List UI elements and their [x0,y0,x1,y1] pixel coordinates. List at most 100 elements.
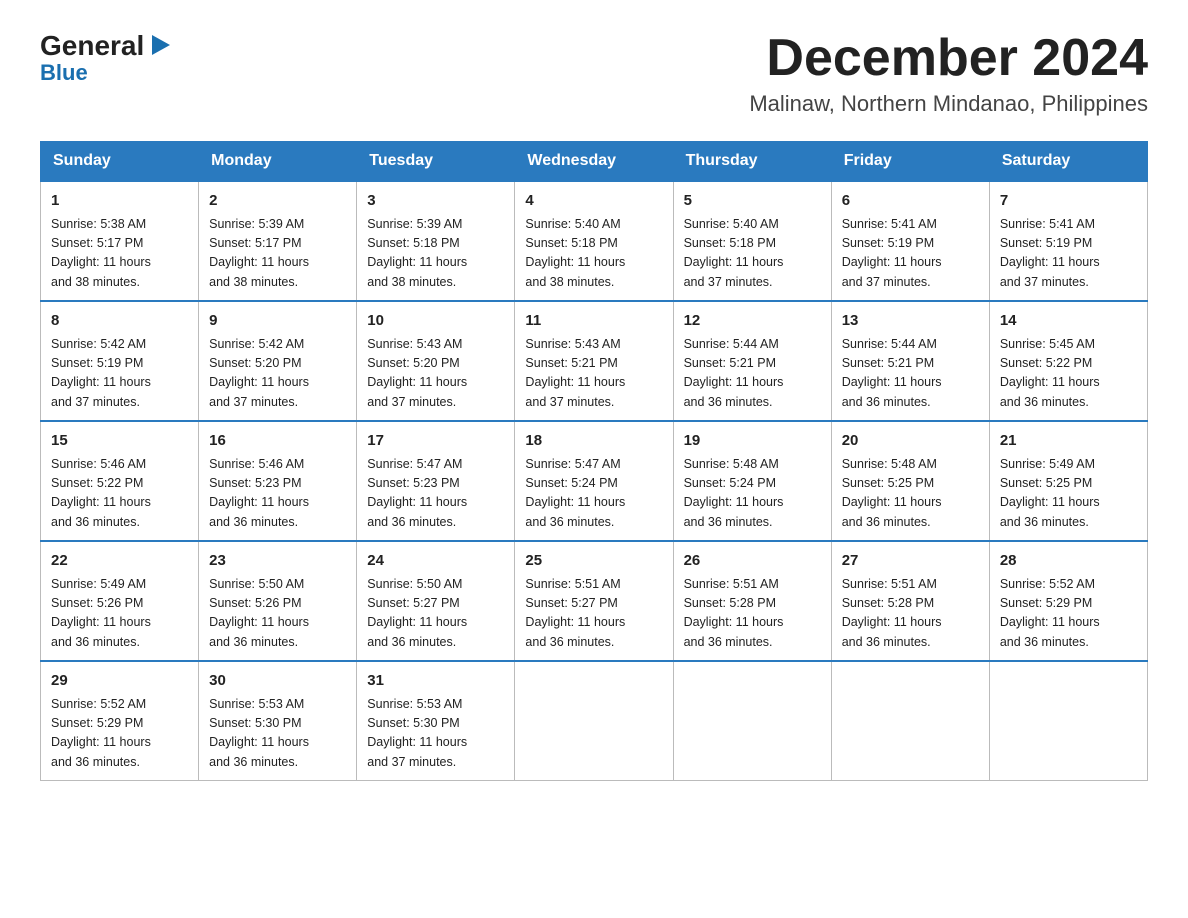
calendar-day-cell: 10Sunrise: 5:43 AMSunset: 5:20 PMDayligh… [357,301,515,421]
calendar-day-cell: 18Sunrise: 5:47 AMSunset: 5:24 PMDayligh… [515,421,673,541]
location-subtitle: Malinaw, Northern Mindanao, Philippines [749,91,1148,117]
calendar-day-cell: 17Sunrise: 5:47 AMSunset: 5:23 PMDayligh… [357,421,515,541]
calendar-day-cell: 3Sunrise: 5:39 AMSunset: 5:18 PMDaylight… [357,181,515,301]
calendar-day-cell [515,661,673,781]
calendar-day-cell: 30Sunrise: 5:53 AMSunset: 5:30 PMDayligh… [199,661,357,781]
calendar-day-cell: 29Sunrise: 5:52 AMSunset: 5:29 PMDayligh… [41,661,199,781]
day-number: 26 [684,550,821,573]
day-number: 30 [209,670,346,693]
calendar-day-cell: 23Sunrise: 5:50 AMSunset: 5:26 PMDayligh… [199,541,357,661]
day-sun-info: Sunrise: 5:48 AMSunset: 5:24 PMDaylight:… [684,455,821,533]
calendar-day-cell: 22Sunrise: 5:49 AMSunset: 5:26 PMDayligh… [41,541,199,661]
day-number: 28 [1000,550,1137,573]
day-sun-info: Sunrise: 5:39 AMSunset: 5:17 PMDaylight:… [209,215,346,293]
calendar-week-row: 1Sunrise: 5:38 AMSunset: 5:17 PMDaylight… [41,181,1148,301]
day-sun-info: Sunrise: 5:38 AMSunset: 5:17 PMDaylight:… [51,215,188,293]
calendar-day-cell: 26Sunrise: 5:51 AMSunset: 5:28 PMDayligh… [673,541,831,661]
calendar-day-cell: 2Sunrise: 5:39 AMSunset: 5:17 PMDaylight… [199,181,357,301]
day-number: 22 [51,550,188,573]
calendar-day-cell: 14Sunrise: 5:45 AMSunset: 5:22 PMDayligh… [989,301,1147,421]
day-sun-info: Sunrise: 5:53 AMSunset: 5:30 PMDaylight:… [209,695,346,773]
day-number: 24 [367,550,504,573]
day-sun-info: Sunrise: 5:42 AMSunset: 5:19 PMDaylight:… [51,335,188,413]
day-sun-info: Sunrise: 5:46 AMSunset: 5:23 PMDaylight:… [209,455,346,533]
day-sun-info: Sunrise: 5:44 AMSunset: 5:21 PMDaylight:… [842,335,979,413]
day-sun-info: Sunrise: 5:40 AMSunset: 5:18 PMDaylight:… [684,215,821,293]
weekday-header-friday: Friday [831,142,989,182]
calendar-day-cell: 27Sunrise: 5:51 AMSunset: 5:28 PMDayligh… [831,541,989,661]
day-number: 11 [525,310,662,333]
day-number: 16 [209,430,346,453]
day-number: 12 [684,310,821,333]
day-sun-info: Sunrise: 5:43 AMSunset: 5:21 PMDaylight:… [525,335,662,413]
day-sun-info: Sunrise: 5:45 AMSunset: 5:22 PMDaylight:… [1000,335,1137,413]
day-number: 5 [684,190,821,213]
day-sun-info: Sunrise: 5:44 AMSunset: 5:21 PMDaylight:… [684,335,821,413]
day-sun-info: Sunrise: 5:49 AMSunset: 5:25 PMDaylight:… [1000,455,1137,533]
weekday-header-tuesday: Tuesday [357,142,515,182]
calendar-week-row: 29Sunrise: 5:52 AMSunset: 5:29 PMDayligh… [41,661,1148,781]
weekday-header-sunday: Sunday [41,142,199,182]
logo: General Blue [40,30,174,86]
calendar-week-row: 22Sunrise: 5:49 AMSunset: 5:26 PMDayligh… [41,541,1148,661]
calendar-day-cell: 15Sunrise: 5:46 AMSunset: 5:22 PMDayligh… [41,421,199,541]
day-sun-info: Sunrise: 5:39 AMSunset: 5:18 PMDaylight:… [367,215,504,293]
day-sun-info: Sunrise: 5:51 AMSunset: 5:27 PMDaylight:… [525,575,662,653]
day-number: 1 [51,190,188,213]
calendar-day-cell [831,661,989,781]
calendar-day-cell: 9Sunrise: 5:42 AMSunset: 5:20 PMDaylight… [199,301,357,421]
day-number: 31 [367,670,504,693]
day-number: 6 [842,190,979,213]
day-sun-info: Sunrise: 5:40 AMSunset: 5:18 PMDaylight:… [525,215,662,293]
calendar-week-row: 15Sunrise: 5:46 AMSunset: 5:22 PMDayligh… [41,421,1148,541]
title-area: December 2024 Malinaw, Northern Mindanao… [749,30,1148,117]
calendar-day-cell: 13Sunrise: 5:44 AMSunset: 5:21 PMDayligh… [831,301,989,421]
page-header: General Blue December 2024 Malinaw, Nort… [40,30,1148,117]
day-sun-info: Sunrise: 5:46 AMSunset: 5:22 PMDaylight:… [51,455,188,533]
day-number: 13 [842,310,979,333]
day-sun-info: Sunrise: 5:50 AMSunset: 5:27 PMDaylight:… [367,575,504,653]
logo-text-general: General [40,30,144,62]
day-number: 10 [367,310,504,333]
weekday-header-monday: Monday [199,142,357,182]
day-number: 9 [209,310,346,333]
day-number: 3 [367,190,504,213]
day-sun-info: Sunrise: 5:51 AMSunset: 5:28 PMDaylight:… [842,575,979,653]
calendar-day-cell [989,661,1147,781]
calendar-day-cell: 6Sunrise: 5:41 AMSunset: 5:19 PMDaylight… [831,181,989,301]
calendar-week-row: 8Sunrise: 5:42 AMSunset: 5:19 PMDaylight… [41,301,1148,421]
calendar-table: SundayMondayTuesdayWednesdayThursdayFrid… [40,141,1148,781]
calendar-day-cell: 31Sunrise: 5:53 AMSunset: 5:30 PMDayligh… [357,661,515,781]
day-number: 20 [842,430,979,453]
day-sun-info: Sunrise: 5:53 AMSunset: 5:30 PMDaylight:… [367,695,504,773]
day-sun-info: Sunrise: 5:52 AMSunset: 5:29 PMDaylight:… [51,695,188,773]
day-number: 21 [1000,430,1137,453]
day-number: 8 [51,310,188,333]
month-year-title: December 2024 [749,30,1148,87]
calendar-day-cell: 12Sunrise: 5:44 AMSunset: 5:21 PMDayligh… [673,301,831,421]
calendar-day-cell: 7Sunrise: 5:41 AMSunset: 5:19 PMDaylight… [989,181,1147,301]
day-sun-info: Sunrise: 5:43 AMSunset: 5:20 PMDaylight:… [367,335,504,413]
calendar-day-cell: 16Sunrise: 5:46 AMSunset: 5:23 PMDayligh… [199,421,357,541]
calendar-day-cell: 24Sunrise: 5:50 AMSunset: 5:27 PMDayligh… [357,541,515,661]
day-number: 7 [1000,190,1137,213]
calendar-day-cell: 5Sunrise: 5:40 AMSunset: 5:18 PMDaylight… [673,181,831,301]
calendar-day-cell: 8Sunrise: 5:42 AMSunset: 5:19 PMDaylight… [41,301,199,421]
day-number: 23 [209,550,346,573]
day-sun-info: Sunrise: 5:41 AMSunset: 5:19 PMDaylight:… [842,215,979,293]
day-number: 27 [842,550,979,573]
day-number: 29 [51,670,188,693]
calendar-day-cell: 4Sunrise: 5:40 AMSunset: 5:18 PMDaylight… [515,181,673,301]
calendar-day-cell: 25Sunrise: 5:51 AMSunset: 5:27 PMDayligh… [515,541,673,661]
day-sun-info: Sunrise: 5:50 AMSunset: 5:26 PMDaylight:… [209,575,346,653]
weekday-header-thursday: Thursday [673,142,831,182]
day-sun-info: Sunrise: 5:48 AMSunset: 5:25 PMDaylight:… [842,455,979,533]
logo-arrow-icon [146,31,174,59]
day-sun-info: Sunrise: 5:49 AMSunset: 5:26 PMDaylight:… [51,575,188,653]
calendar-day-cell [673,661,831,781]
day-sun-info: Sunrise: 5:41 AMSunset: 5:19 PMDaylight:… [1000,215,1137,293]
day-sun-info: Sunrise: 5:51 AMSunset: 5:28 PMDaylight:… [684,575,821,653]
day-sun-info: Sunrise: 5:52 AMSunset: 5:29 PMDaylight:… [1000,575,1137,653]
day-number: 17 [367,430,504,453]
day-number: 4 [525,190,662,213]
